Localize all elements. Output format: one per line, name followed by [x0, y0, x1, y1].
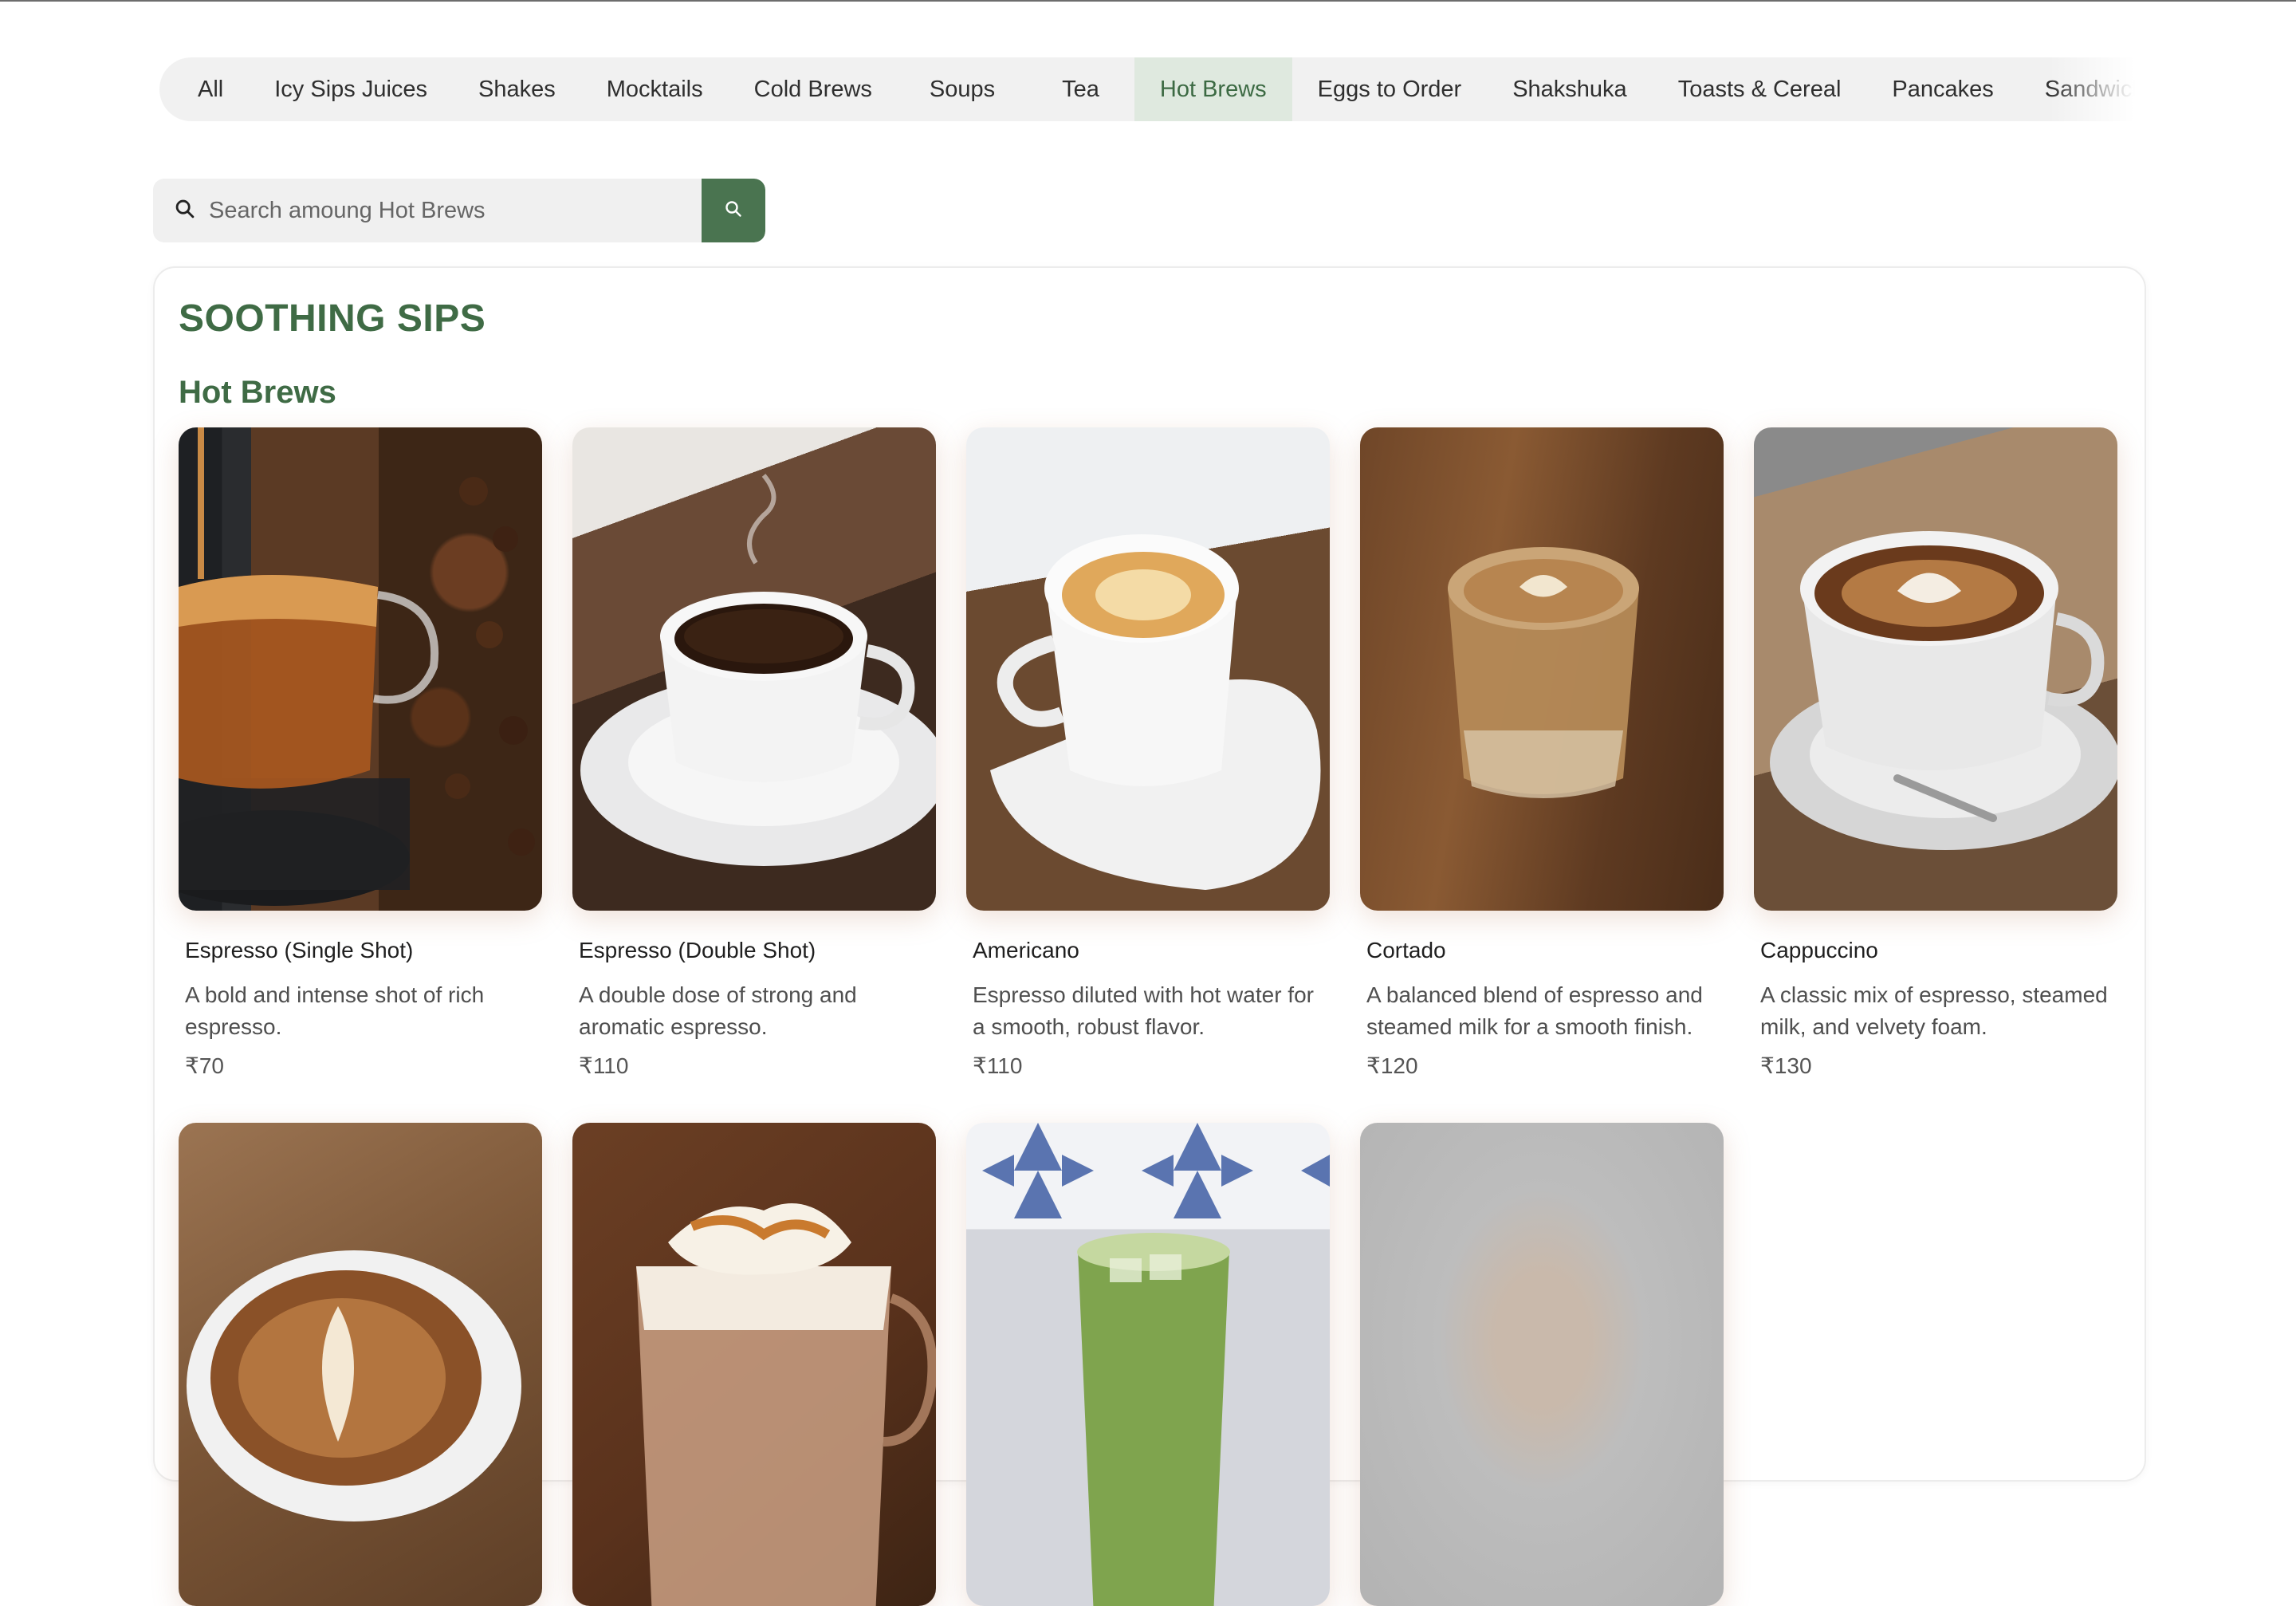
product-card[interactable]: [966, 1123, 1330, 1606]
category-tab-hot-brews[interactable]: Hot Brews: [1134, 57, 1292, 121]
product-grid: Espresso (Single Shot) A bold and intens…: [179, 427, 2124, 1606]
search-icon: [174, 198, 196, 224]
product-card[interactable]: [179, 1123, 542, 1606]
product-description: Espresso diluted with hot water for a sm…: [973, 982, 1314, 1039]
product-card[interactable]: Espresso (Single Shot) A bold and intens…: [179, 427, 542, 1078]
category-tab-eggs-to-order[interactable]: Eggs to Order: [1292, 57, 1488, 121]
category-tab-shakes[interactable]: Shakes: [453, 57, 581, 121]
menu-panel: SOOTHING SIPS Hot Brews Espresso (Single…: [153, 266, 2146, 1606]
search-input[interactable]: [207, 196, 689, 225]
category-tab-mocktails[interactable]: Mocktails: [581, 57, 729, 121]
product-image: [966, 427, 1330, 911]
subsection-title: Hot Brews: [179, 375, 336, 410]
category-tab-shakshuka[interactable]: Shakshuka: [1487, 57, 1653, 121]
product-name: Espresso (Single Shot): [185, 938, 414, 962]
product-price: ₹110: [579, 1053, 629, 1078]
category-tab-soups[interactable]: Soups: [898, 57, 1027, 121]
product-image: [1360, 427, 1724, 911]
product-description: A bold and intense shot of rich espresso…: [185, 982, 485, 1039]
search-field-container[interactable]: [153, 179, 702, 242]
search-bar: [153, 179, 765, 242]
category-tab-tea[interactable]: Tea: [1027, 57, 1134, 121]
product-card[interactable]: Cortado A balanced blend of espresso and…: [1360, 427, 1724, 1078]
product-description: A double dose of strong and aromatic esp…: [579, 982, 857, 1039]
product-name: Espresso (Double Shot): [579, 938, 816, 962]
product-price: ₹110: [973, 1053, 1023, 1078]
product-image: [179, 427, 542, 911]
product-name: Americano: [973, 938, 1079, 962]
product-image: [572, 1123, 936, 1606]
product-price: ₹70: [185, 1053, 224, 1078]
product-card[interactable]: Cappuccino A classic mix of espresso, st…: [1754, 427, 2117, 1078]
category-tab-pancakes[interactable]: Pancakes: [1866, 57, 2019, 121]
search-icon: [724, 199, 743, 222]
section-title: SOOTHING SIPS: [179, 297, 486, 340]
category-tab-icy-sips-juices[interactable]: Icy Sips Juices: [249, 57, 453, 121]
product-name: Cappuccino: [1760, 938, 1878, 962]
product-description: A balanced blend of espresso and steamed…: [1366, 982, 1703, 1039]
product-card[interactable]: [1360, 1123, 1724, 1606]
product-price: ₹130: [1760, 1053, 1812, 1078]
product-image: [179, 1123, 542, 1606]
category-tab-cold-brews[interactable]: Cold Brews: [729, 57, 898, 121]
product-card[interactable]: Espresso (Double Shot) A double dose of …: [572, 427, 936, 1078]
category-tab-all[interactable]: All: [172, 57, 249, 121]
category-tab-toasts-cereal[interactable]: Toasts & Cereal: [1653, 57, 1867, 121]
window-top-border: [0, 0, 2296, 2]
category-nav: All Icy Sips Juices Shakes Mocktails Col…: [159, 57, 2145, 121]
product-name: Cortado: [1366, 938, 1446, 962]
category-tab-sandwiches[interactable]: Sandwiches: [2019, 57, 2145, 121]
search-button[interactable]: [702, 179, 765, 242]
product-image: [966, 1123, 1330, 1606]
product-image: [1360, 1123, 1724, 1606]
product-image: [572, 427, 936, 911]
product-card[interactable]: Americano Espresso diluted with hot wate…: [966, 427, 1330, 1078]
product-image: [1754, 427, 2117, 911]
product-description: A classic mix of espresso, steamed milk,…: [1760, 982, 2108, 1039]
product-card[interactable]: [572, 1123, 936, 1606]
product-price: ₹120: [1366, 1053, 1418, 1078]
